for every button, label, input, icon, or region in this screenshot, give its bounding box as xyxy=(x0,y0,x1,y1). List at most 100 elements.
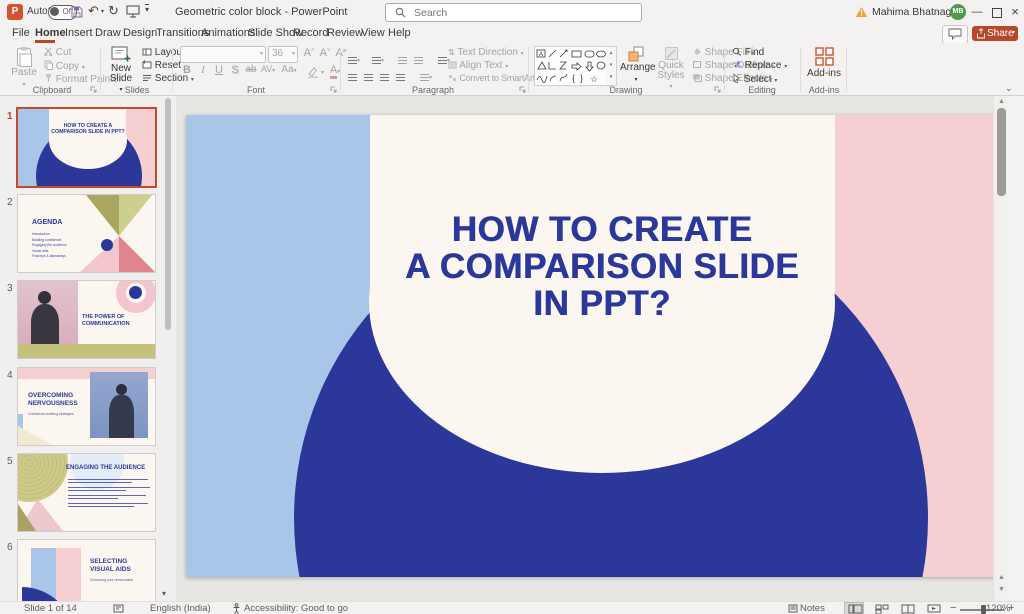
slide-thumbnail-2[interactable]: AGENDA IntroductionBuilding confidenceEn… xyxy=(18,195,155,272)
paste-button[interactable]: Paste xyxy=(8,46,40,89)
menu-view[interactable]: View xyxy=(361,27,385,39)
slide-sorter-view-button[interactable] xyxy=(872,603,890,614)
quick-access-toolbar-menu-icon[interactable]: ▾ xyxy=(145,4,149,14)
arrange-button[interactable]: Arrange xyxy=(620,46,652,84)
menu-help[interactable]: Help xyxy=(388,27,411,39)
share-button[interactable]: Share ▾ xyxy=(972,26,1018,41)
convert-smartart-button[interactable]: Convert to SmartArt ▾ xyxy=(448,73,540,83)
clipboard-dialog-launcher-icon[interactable] xyxy=(90,86,97,93)
font-name-combo[interactable]: ▾ xyxy=(180,46,266,63)
select-button[interactable]: Select ▾ xyxy=(732,73,777,85)
align-left-button[interactable] xyxy=(348,66,357,84)
shrink-font-button[interactable]: A˅ xyxy=(318,47,332,59)
collapse-ribbon-icon[interactable]: ⌄ xyxy=(1005,83,1013,94)
increase-indent-button[interactable] xyxy=(414,49,423,67)
zoom-level[interactable]: 120% xyxy=(986,603,1010,614)
slide-thumbnail-4[interactable]: OVERCOMINGNERVOUSNESS Confidence-buildin… xyxy=(18,368,155,445)
text-direction-button[interactable]: ⇅ Text Direction ▾ xyxy=(448,47,524,58)
zoom-out-button[interactable]: − xyxy=(950,602,956,614)
slide-thumbnail-3[interactable]: THE POWER OFCOMMUNICATION xyxy=(18,281,155,358)
accessibility-status[interactable]: Accessibility: Good to go xyxy=(244,603,348,614)
scroll-up-icon[interactable]: ▲ xyxy=(994,98,1009,105)
menu-file[interactable]: File xyxy=(12,27,30,39)
slide-canvas[interactable]: HOW TO CREATE A COMPARISON SLIDE IN PPT? xyxy=(186,115,1006,577)
align-right-button[interactable] xyxy=(380,66,389,84)
cut-button[interactable]: Cut xyxy=(44,47,71,58)
copy-button[interactable]: Copy ▾ xyxy=(44,60,85,72)
slide-thumbnail-6[interactable]: SELECTINGVISUAL AIDS Enhancing your pres… xyxy=(18,540,155,601)
copy-label: Copy xyxy=(56,61,79,72)
font-size-combo[interactable]: 36▾ xyxy=(268,46,298,63)
new-slide-label: New Slide xyxy=(104,64,138,83)
notes-button[interactable]: Notes xyxy=(800,603,825,614)
paragraph-dialog-launcher-icon[interactable] xyxy=(519,86,526,93)
user-name[interactable]: Mahima Bhatnagar xyxy=(872,6,961,18)
justify-button[interactable] xyxy=(396,66,405,84)
decrease-indent-button[interactable] xyxy=(398,49,407,67)
columns-button[interactable]: ▾ xyxy=(420,66,432,84)
add-ins-button[interactable]: Add-ins xyxy=(804,47,844,79)
scrollbar-thumb[interactable] xyxy=(997,108,1006,196)
font-dialog-launcher-icon[interactable] xyxy=(330,86,337,93)
align-center-button[interactable] xyxy=(364,66,373,84)
next-slide-icon[interactable]: ▼ xyxy=(994,586,1009,593)
main-vertical-scrollbar[interactable]: ▲ ▲ ▼ xyxy=(993,96,1009,601)
bold-button[interactable]: B xyxy=(180,64,194,76)
change-case-button[interactable]: Aa▾ xyxy=(280,64,298,75)
undo-dropdown-icon[interactable]: ▾ xyxy=(101,8,104,15)
menu-design[interactable]: Design xyxy=(123,27,157,39)
redo-icon[interactable]: ↻ xyxy=(108,3,119,19)
drawing-dialog-launcher-icon[interactable] xyxy=(714,86,721,93)
thumbnail-scrollbar[interactable] xyxy=(165,98,171,330)
replace-button[interactable]: Replace ▾ xyxy=(732,60,787,71)
maximize-button[interactable] xyxy=(992,8,1002,18)
slide-show-button[interactable] xyxy=(924,603,942,614)
powerpoint-logo-icon[interactable]: P xyxy=(7,4,23,20)
clear-formatting-button[interactable]: A⌀ xyxy=(334,47,348,59)
menu-home[interactable]: Home xyxy=(35,27,66,39)
language-indicator[interactable]: English (India) xyxy=(150,603,211,614)
save-icon[interactable] xyxy=(70,5,83,18)
minimize-button[interactable]: — xyxy=(966,0,988,24)
reading-view-button[interactable] xyxy=(898,603,916,614)
slide-title-textbox[interactable]: HOW TO CREATE A COMPARISON SLIDE IN PPT? xyxy=(352,211,852,322)
character-spacing-button[interactable]: AV▾ xyxy=(260,64,276,74)
shapes-gallery-scroll[interactable]: ▴▾▾ xyxy=(606,46,617,86)
select-label: Select xyxy=(744,74,772,85)
display-settings-icon[interactable] xyxy=(113,604,124,613)
undo-icon[interactable]: ↶ xyxy=(88,3,99,19)
clipboard-group-label: Clipboard xyxy=(12,85,92,95)
text-shadow-button[interactable]: S xyxy=(228,64,242,76)
warning-icon[interactable] xyxy=(855,6,868,18)
thumbnail-scroll-down-icon[interactable]: ▾ xyxy=(162,589,166,598)
menu-review[interactable]: Review xyxy=(327,27,363,39)
menu-record[interactable]: Record xyxy=(293,27,328,39)
grow-font-button[interactable]: A˄ xyxy=(302,47,316,59)
comments-button[interactable] xyxy=(942,25,968,44)
close-button[interactable]: × xyxy=(1004,0,1024,24)
bullets-button[interactable]: ▾ xyxy=(348,49,360,67)
menu-draw[interactable]: Draw xyxy=(95,27,121,39)
underline-button[interactable]: U xyxy=(212,64,226,76)
search-input[interactable] xyxy=(412,5,616,20)
present-icon[interactable] xyxy=(126,5,140,18)
slide-thumbnail-1[interactable]: HOW TO CREATE A COMPARISON SLIDE IN PPT? xyxy=(18,109,155,186)
find-button[interactable]: Find xyxy=(732,47,764,58)
thumb4-photo xyxy=(90,372,148,438)
slide-thumbnail-5[interactable]: ENGAGING THE AUDIENCE xyxy=(18,454,155,531)
italic-button[interactable]: I xyxy=(196,64,210,76)
avatar[interactable]: MB xyxy=(950,4,966,20)
slide-number: 2 xyxy=(7,197,13,208)
menu-insert[interactable]: Insert xyxy=(65,27,93,39)
previous-slide-icon[interactable]: ▲ xyxy=(994,574,1009,581)
reset-button[interactable]: Reset xyxy=(142,60,181,71)
thumb4-title: OVERCOMINGNERVOUSNESS xyxy=(28,392,88,408)
align-text-button[interactable]: Align Text ▾ xyxy=(448,60,508,71)
normal-view-button[interactable] xyxy=(845,603,863,614)
shapes-gallery[interactable]: A {}☆ xyxy=(534,46,608,86)
numbering-button[interactable]: ▾ xyxy=(372,49,384,67)
slide-indicator[interactable]: Slide 1 of 14 xyxy=(24,603,77,614)
strikethrough-button[interactable]: ab xyxy=(244,64,258,75)
highlight-color-button[interactable] xyxy=(306,66,320,78)
search-box[interactable] xyxy=(385,3,642,22)
